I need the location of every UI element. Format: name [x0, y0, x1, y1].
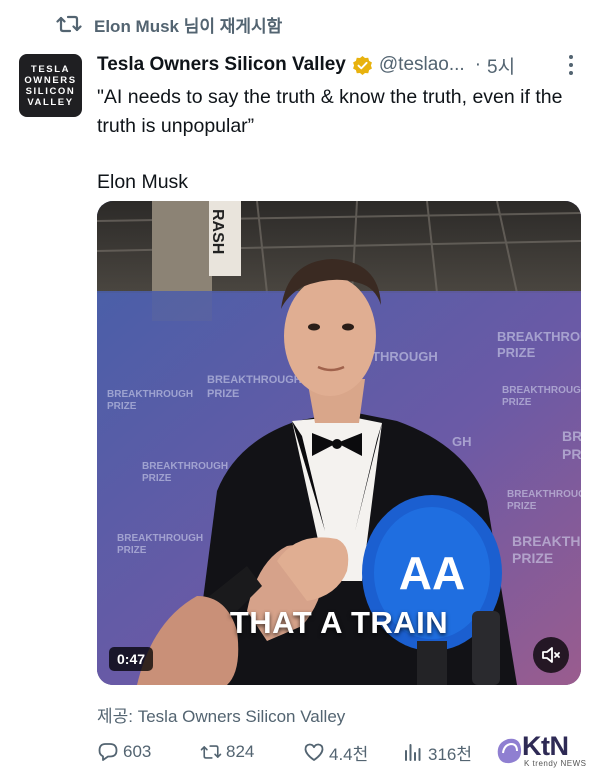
avatar-text-line: VALLEY	[27, 96, 74, 108]
svg-text:BREAKTHROU: BREAKTHROU	[497, 329, 581, 344]
repost-icon	[200, 745, 222, 759]
tweet-attribution: Elon Musk	[97, 171, 189, 193]
separator-dot: ·	[474, 54, 482, 75]
watermark-subtitle: K trendy NEWS	[524, 759, 587, 768]
svg-text:BREAKTHROUGH: BREAKTHROUGH	[107, 389, 193, 400]
reply-count: 603	[123, 742, 152, 761]
svg-text:PRIZE: PRIZE	[117, 545, 147, 556]
svg-text:BREAKTH: BREAKTH	[512, 533, 580, 549]
svg-text:BREAKTHROUGH: BREAKTHROUGH	[207, 374, 302, 386]
svg-text:PRIZE: PRIZE	[107, 401, 137, 412]
video-player[interactable]: RASH BREAKTHROU PRIZE THROUGH BREAKTHROU…	[97, 201, 581, 685]
repost-icon	[56, 15, 82, 33]
watermark-brand: KtN	[522, 731, 569, 761]
mute-button[interactable]	[533, 637, 569, 673]
heart-icon	[304, 743, 324, 761]
repost-button[interactable]: 824	[200, 738, 254, 766]
ktn-logo-icon	[497, 738, 522, 764]
video-timestamp: 0:47	[109, 647, 154, 671]
svg-text:PRIZE: PRIZE	[502, 397, 532, 408]
post-time[interactable]: 5시	[487, 52, 515, 79]
reply-button[interactable]: 603	[97, 738, 151, 766]
svg-text:THROUGH: THROUGH	[372, 349, 438, 364]
views-button[interactable]: 316천	[402, 738, 472, 766]
media-source-label[interactable]: 제공: Tesla Owners Silicon Valley	[97, 702, 345, 727]
svg-text:PRIZE: PRIZE	[142, 473, 172, 484]
verified-badge-icon[interactable]	[352, 55, 373, 76]
video-caption: THAT A TRAIN	[229, 605, 449, 640]
tweet-quote: "AI needs to say the truth & know the tr…	[97, 86, 563, 137]
like-count: 4.4천	[329, 744, 369, 764]
svg-text:BR: BR	[562, 428, 581, 444]
svg-text:GH: GH	[452, 434, 472, 449]
svg-text:BREAKTHROUGH: BREAKTHROUGH	[117, 533, 203, 544]
avatar-text-line: SILICON	[25, 85, 76, 97]
sign-text: RASH	[209, 209, 226, 254]
volume-muted-icon	[542, 647, 560, 663]
more-options-icon[interactable]	[560, 53, 582, 77]
repost-label: Elon Musk 님이 재게시함	[94, 16, 283, 36]
repost-count: 824	[226, 742, 255, 761]
svg-text:BREAKTHROUGH: BREAKTHROUGH	[502, 385, 581, 396]
ktn-watermark: KtN K trendy NEWS	[494, 731, 594, 769]
author-handle[interactable]: @teslao...	[379, 54, 465, 76]
svg-text:PR: PR	[562, 446, 581, 462]
reply-icon	[98, 743, 118, 761]
repost-context[interactable]: Elon Musk 님이 재게시함	[56, 12, 282, 36]
svg-text:PRIZE: PRIZE	[207, 388, 239, 400]
svg-text:PRIZE: PRIZE	[497, 345, 536, 360]
avatar-text-line: OWNERS	[24, 74, 77, 86]
microphone-logo: AA	[399, 547, 465, 599]
tweet-text: "AI needs to say the truth & know the tr…	[97, 83, 587, 197]
views-chart-icon	[405, 744, 421, 761]
svg-text:BREAKTHROUGH: BREAKTHROUGH	[142, 461, 228, 472]
tweet-header: Tesla Owners Silicon Valley @teslao... ·…	[97, 51, 582, 79]
like-button[interactable]: 4.4천	[303, 738, 368, 766]
view-count: 316천	[428, 744, 473, 764]
avatar-text-line: TESLA	[30, 63, 71, 75]
svg-text:BREAKTHROUGH: BREAKTHROUGH	[507, 489, 581, 500]
svg-text:PRIZE: PRIZE	[507, 501, 537, 512]
avatar[interactable]: TESLA OWNERS SILICON VALLEY	[19, 54, 82, 117]
author-name[interactable]: Tesla Owners Silicon Valley	[97, 54, 346, 76]
svg-text:PRIZE: PRIZE	[512, 550, 553, 566]
